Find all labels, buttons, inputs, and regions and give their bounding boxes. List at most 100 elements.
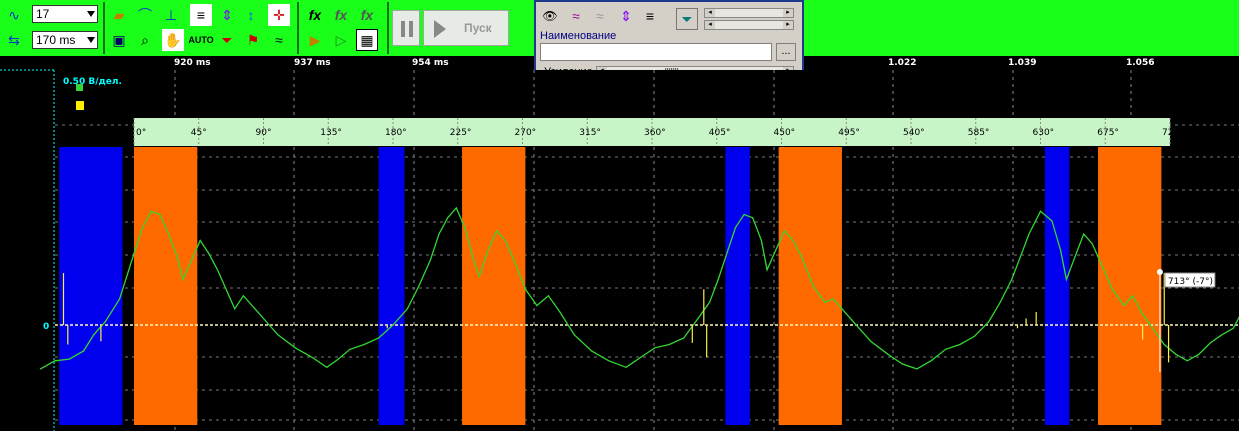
angle-tick-label: 540° [903,128,925,138]
green-signal-point [1065,278,1067,281]
green-signal-point [378,337,380,339]
blue-zone [59,147,123,425]
green-signal-point [1019,256,1021,258]
green-signal-point [1111,288,1114,290]
green-signal-point [944,348,947,350]
green-signal-point [472,259,475,261]
green-signal-point [326,366,328,368]
green-signal-point [429,259,432,261]
green-signal-point [496,230,498,232]
angle-tick-label: 90° [256,128,272,138]
green-signal-point [1232,327,1234,329]
green-signal-point [547,295,550,297]
green-signal-point [625,366,627,368]
green-signal-point [766,269,768,271]
green-signal-point [513,259,515,261]
angle-tick-label: 0° [136,128,146,138]
green-signal-point [1051,220,1053,222]
green-signal-point [54,360,56,362]
orange-zone [778,147,842,425]
green-signal-point [824,301,826,303]
angle-tick-label: 450° [774,128,796,138]
green-signal-point [234,308,236,310]
angle-tick-label: 45° [191,128,207,138]
green-signal-point [418,285,420,287]
green-signal-point [311,356,314,359]
green-signal-point [1060,249,1062,251]
green-signal-point [573,334,575,336]
orange-zone [462,147,526,425]
green-signal-point [39,368,42,370]
green-signal-point [150,210,152,212]
green-signal-point [464,226,466,229]
green-signal-point [363,343,365,346]
green-signal-point [1163,343,1165,346]
green-signal-point [242,295,244,297]
green-signal-point [697,317,699,320]
green-signal-point [392,324,394,326]
blue-zone [1044,147,1070,425]
angle-tick-label: 405° [709,128,731,138]
green-signal-point [251,304,253,307]
cursor-label: 713° (-7°) [1168,277,1213,287]
green-signal-point [349,348,351,350]
green-signal-point [406,308,408,310]
green-signal-point [1100,262,1102,264]
green-signal-point [775,249,777,251]
blue-zone [725,147,750,425]
scale-label: 0.50 В/дел. [63,77,122,87]
green-signal-point [870,340,872,342]
green-signal-point [841,308,843,310]
green-signal-point [1221,334,1223,336]
green-signal-point [654,347,656,349]
angle-tick-label: 585° [968,128,990,138]
green-signal-point [1039,210,1042,212]
green-signal-point [478,275,480,277]
angle-tick-label: 630° [1033,128,1055,138]
green-signal-point [524,288,526,290]
angle-tick-label: 675° [1097,128,1119,138]
green-signal-point [225,288,227,290]
green-signal-point [1074,256,1076,258]
angle-tick-label: 495° [838,128,860,138]
green-signal-point [133,252,135,255]
green-signal-point [1091,243,1093,245]
green-signal-point [752,217,754,219]
green-signal-point [447,217,449,219]
green-signal-point [988,321,990,323]
green-signal-point [126,275,128,277]
green-signal-point [262,317,265,320]
green-signal-point [668,343,670,346]
oscilloscope-chart[interactable]: 0° 45° 90° 135° 180° 225° 270° 315° 360° 405° 450°… [0,0,1239,431]
green-signal-point [83,350,85,352]
green-signal-point [504,239,506,242]
green-signal-point [294,347,296,349]
green-signal-point [901,363,903,365]
green-signal-point [959,343,961,346]
green-signal-point [68,358,70,360]
green-signal-point [559,311,561,313]
green-signal-point [801,256,803,258]
green-signal-point [1083,233,1085,235]
green-signal-point [438,233,440,235]
green-signal-point [726,252,728,255]
green-signal-point [190,259,193,261]
green-signal-point [1123,304,1125,307]
green-signal-point [1140,311,1142,313]
green-signal-point [708,301,711,303]
blue-zone [378,147,405,425]
green-signal-point [216,269,219,271]
angle-tick-label: 720° [1162,128,1184,138]
green-signal-point [683,337,685,339]
green-signal-point [852,321,855,323]
green-signal-point [783,230,785,232]
angle-tick-label: 360° [644,128,666,138]
green-signal-point [812,285,814,287]
green-signal-point [639,356,642,359]
green-signal-point [208,252,210,255]
green-signal-point [1198,353,1200,355]
green-signal-point [142,226,144,229]
green-signal-point [119,298,121,300]
green-signal-point [760,239,762,242]
green-signal-point [608,360,610,362]
